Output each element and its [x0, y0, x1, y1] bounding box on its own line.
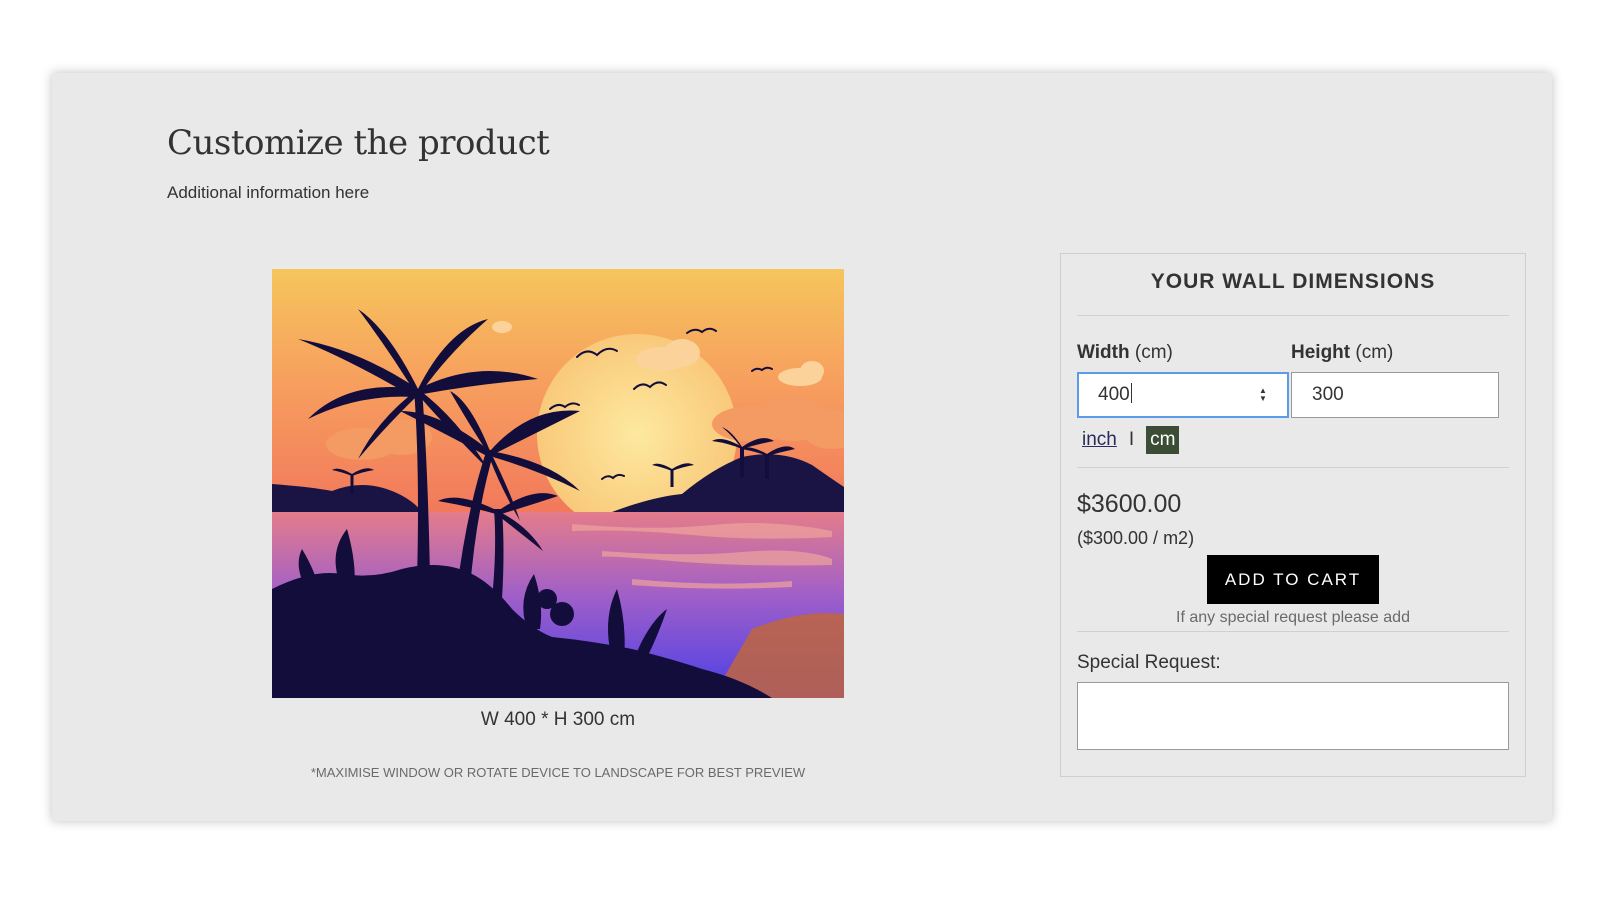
page-subtitle: Additional information here [167, 183, 370, 202]
unit-switcher: inch I cm [1082, 426, 1180, 454]
divider [1077, 467, 1509, 468]
product-preview-image [272, 269, 844, 698]
tropical-sunset-illustration [272, 269, 844, 698]
height-label-text: Height [1291, 342, 1351, 363]
height-label-unit: (cm) [1355, 342, 1394, 363]
number-stepper[interactable]: ▲ ▼ [1257, 385, 1269, 405]
wall-dimensions-panel: YOUR WALL DIMENSIONS Width (cm) Height (… [1060, 253, 1526, 777]
preview-note: *MAXIMISE WINDOW OR ROTATE DEVICE TO LAN… [310, 765, 806, 780]
height-label: Height (cm) [1291, 342, 1393, 364]
page-title: Customize the product [167, 123, 550, 163]
total-price: $3600.00 [1077, 490, 1182, 518]
add-to-cart-button[interactable]: ADD TO CART [1207, 555, 1379, 604]
stepper-down-icon[interactable]: ▼ [1259, 395, 1267, 403]
height-input[interactable]: 300 [1291, 372, 1499, 418]
width-input-value: 400 [1098, 384, 1130, 405]
width-input[interactable]: 400 ▲ ▼ [1077, 372, 1289, 418]
height-input-value: 300 [1312, 384, 1344, 405]
dimensions-caption: W 400 * H 300 cm [480, 709, 636, 730]
width-label-unit: (cm) [1134, 342, 1173, 363]
unit-inch-link[interactable]: inch [1082, 429, 1117, 451]
panel-title: YOUR WALL DIMENSIONS [1150, 270, 1436, 293]
width-label: Width (cm) [1077, 342, 1173, 364]
text-caret [1130, 383, 1132, 403]
unit-separator: I [1128, 429, 1135, 450]
divider [1077, 315, 1509, 316]
divider [1077, 631, 1509, 632]
special-request-textarea[interactable] [1077, 682, 1509, 750]
price-per-m2: ($300.00 / m2) [1077, 528, 1195, 548]
unit-cm-selected[interactable]: cm [1146, 426, 1180, 454]
special-request-hint: If any special request please add [1176, 609, 1410, 626]
width-label-text: Width [1077, 342, 1130, 363]
special-request-label: Special Request: [1077, 652, 1221, 673]
customize-card: Customize the product Additional informa… [52, 73, 1552, 821]
